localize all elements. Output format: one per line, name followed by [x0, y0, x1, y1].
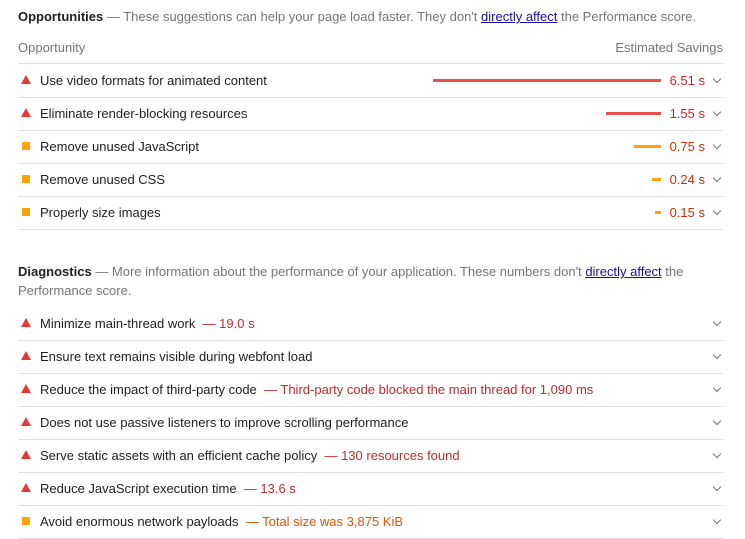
estimated-savings-column-label: Estimated Savings	[615, 40, 723, 55]
detail-separator: —	[317, 448, 342, 463]
opportunity-row[interactable]: Remove unused CSS 0.24 s	[18, 163, 723, 197]
diagnostic-detail: — Total size was 3,875 KiB	[238, 514, 404, 529]
opportunities-header: Opportunities — These suggestions can he…	[18, 7, 723, 26]
opportunities-desc-suffix: the Performance score.	[557, 9, 697, 24]
opportunity-title: Remove unused CSS	[40, 172, 166, 187]
chevron-down-icon[interactable]	[712, 317, 722, 327]
detail-separator: —	[236, 481, 261, 496]
diagnostics-title: Diagnostics	[18, 264, 92, 279]
savings-bar	[634, 145, 661, 148]
diagnostic-title-wrap: Ensure text remains visible during webfo…	[40, 340, 312, 373]
diagnostic-title: Minimize main-thread work	[40, 316, 196, 331]
chevron-down-icon[interactable]	[712, 173, 722, 183]
diagnostic-title-wrap: Reduce JavaScript execution time — 13.6 …	[40, 472, 296, 505]
orange-square-icon	[22, 208, 30, 216]
diagnostic-title-wrap: Avoid enormous network payloads — Total …	[40, 505, 403, 538]
diagnostic-row[interactable]: Minimize main-thread work — 19.0 s	[18, 307, 723, 341]
orange-square-icon	[22, 517, 30, 525]
opportunity-row[interactable]: Use video formats for animated content 6.…	[18, 64, 723, 98]
chevron-down-icon[interactable]	[712, 449, 722, 459]
orange-square-icon	[22, 142, 30, 150]
estimated-savings-value: 0.24 s	[669, 172, 705, 187]
opportunity-row[interactable]: Remove unused JavaScript 0.75 s	[18, 130, 723, 164]
diagnostic-detail-value: Third-party code blocked the main thread…	[280, 382, 594, 397]
opportunities-desc-prefix: — These suggestions can help your page l…	[103, 9, 482, 24]
diagnostic-detail-value: 130 resources found	[341, 448, 460, 463]
opportunity-title: Properly size images	[40, 205, 161, 220]
diagnostic-detail-value: 19.0 s	[219, 316, 255, 331]
detail-separator: —	[195, 316, 220, 331]
diagnostic-title-wrap: Does not use passive listeners to improv…	[40, 406, 409, 439]
chevron-down-icon[interactable]	[712, 416, 722, 426]
diagnostic-title: Serve static assets with an efficient ca…	[40, 448, 318, 463]
chevron-down-icon[interactable]	[712, 140, 722, 150]
diagnostic-row[interactable]: Does not use passive listeners to improv…	[18, 406, 723, 440]
red-triangle-icon	[21, 318, 31, 327]
diagnostic-title: Avoid enormous network payloads	[40, 514, 239, 529]
diagnostics-header: Diagnostics — More information about the…	[18, 262, 705, 300]
opportunities-column-header: Opportunity Estimated Savings	[18, 36, 723, 64]
chevron-down-icon[interactable]	[712, 74, 722, 84]
diagnostic-detail: — Third-party code blocked the main thre…	[256, 382, 594, 397]
diagnostic-detail: — 130 resources found	[317, 448, 459, 463]
red-triangle-icon	[21, 75, 31, 84]
chevron-down-icon[interactable]	[712, 107, 722, 117]
red-triangle-icon	[21, 384, 31, 393]
red-triangle-icon	[21, 351, 31, 360]
red-triangle-icon	[21, 417, 31, 426]
diagnostic-title: Reduce the impact of third-party code	[40, 382, 257, 397]
diagnostic-detail-value: 13.6 s	[260, 481, 296, 496]
diagnostic-row[interactable]: Reduce JavaScript execution time — 13.6 …	[18, 472, 723, 506]
estimated-savings-value: 0.75 s	[669, 139, 705, 154]
diagnostic-row[interactable]: Reduce the impact of third-party code — …	[18, 373, 723, 407]
orange-square-icon	[22, 175, 30, 183]
opportunities-title: Opportunities	[18, 9, 104, 24]
savings-bar	[652, 178, 661, 181]
chevron-down-icon[interactable]	[712, 383, 722, 393]
diagnostic-title-wrap: Minimize main-thread work — 19.0 s	[40, 307, 255, 340]
opportunity-title: Use video formats for animated content	[40, 73, 267, 88]
opportunities-directly-affect-link[interactable]: directly affect	[481, 9, 557, 24]
chevron-down-icon[interactable]	[712, 482, 722, 492]
diagnostics-desc-prefix: — More information about the performance…	[91, 264, 586, 279]
savings-bar	[606, 112, 661, 115]
chevron-down-icon[interactable]	[712, 206, 722, 216]
diagnostic-detail: — 13.6 s	[237, 481, 296, 496]
opportunity-column-label: Opportunity	[18, 40, 86, 55]
diagnostic-title: Reduce JavaScript execution time	[40, 481, 237, 496]
diagnostic-detail: — 19.0 s	[195, 316, 255, 331]
estimated-savings-value: 1.55 s	[669, 106, 705, 121]
chevron-down-icon[interactable]	[712, 350, 722, 360]
detail-separator: —	[256, 382, 281, 397]
red-triangle-icon	[21, 108, 31, 117]
opportunity-row[interactable]: Properly size images 0.15 s	[18, 196, 723, 230]
diagnostic-title-wrap: Serve static assets with an efficient ca…	[40, 439, 460, 472]
chevron-down-icon[interactable]	[712, 515, 722, 525]
opportunity-title: Remove unused JavaScript	[40, 139, 199, 154]
diagnostic-title: Does not use passive listeners to improv…	[40, 415, 409, 430]
diagnostic-detail-value: Total size was 3,875 KiB	[262, 514, 404, 529]
detail-separator: —	[238, 514, 263, 529]
red-triangle-icon	[21, 483, 31, 492]
diagnostic-title-wrap: Reduce the impact of third-party code — …	[40, 373, 593, 406]
diagnostics-directly-affect-link[interactable]: directly affect	[585, 264, 661, 279]
estimated-savings-value: 0.15 s	[669, 205, 705, 220]
diagnostic-row[interactable]: Ensure text remains visible during webfo…	[18, 340, 723, 374]
diagnostic-row[interactable]: Serve static assets with an efficient ca…	[18, 439, 723, 473]
diagnostic-row[interactable]: Avoid enormous network payloads — Total …	[18, 505, 723, 539]
savings-bar	[655, 211, 661, 214]
diagnostic-title: Ensure text remains visible during webfo…	[40, 349, 313, 364]
estimated-savings-value: 6.51 s	[669, 73, 705, 88]
savings-bar	[433, 79, 661, 82]
red-triangle-icon	[21, 450, 31, 459]
opportunity-row[interactable]: Eliminate render-blocking resources 1.55 …	[18, 97, 723, 131]
opportunity-title: Eliminate render-blocking resources	[40, 106, 248, 121]
